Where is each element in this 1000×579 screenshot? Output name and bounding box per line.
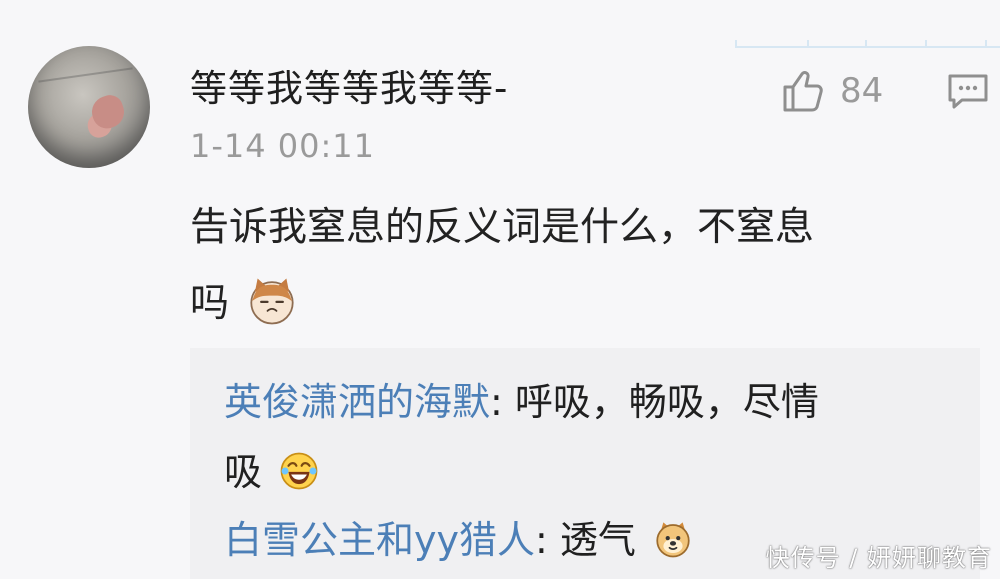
reply-text: 透气	[559, 518, 636, 562]
reply-colon: :	[490, 380, 503, 424]
reply-author[interactable]: 白雪公主和yy猎人	[224, 518, 535, 562]
comment-text-line-1: 告诉我窒息的反义词是什么，不窒息	[190, 205, 815, 250]
avatar-hand	[87, 91, 129, 133]
reply-1-line-1: 英俊潇洒的海默: 呼吸，畅吸，尽情	[224, 367, 944, 437]
reply-item[interactable]: 英俊潇洒的海默: 呼吸，畅吸，尽情 吸	[224, 367, 944, 507]
dog-emoji-icon	[656, 522, 690, 558]
top-decoration	[735, 38, 1000, 48]
comment-username[interactable]: 等等我等等我等等-	[190, 58, 508, 112]
comment-text-line-2-text: 吗	[190, 281, 230, 326]
reply-author[interactable]: 英俊潇洒的海默	[224, 380, 490, 424]
avatar-detail	[38, 67, 133, 83]
like-count: 84	[840, 71, 884, 111]
comment-body: 告诉我窒息的反义词是什么，不窒息 吗	[190, 190, 970, 342]
comment-text-line-2: 吗	[190, 266, 970, 342]
cat-emoji-icon	[250, 278, 295, 325]
thumbs-up-icon[interactable]	[776, 67, 824, 115]
comment-timestamp: 1-14 00:11	[190, 127, 376, 165]
watermark: 快传号 / 妍妍聊教育	[765, 544, 992, 572]
reply-text-line-2: 吸	[224, 450, 263, 494]
like-button[interactable]: 84	[776, 67, 883, 115]
reply-text: 呼吸，畅吸，尽情	[514, 380, 819, 424]
reply-colon: :	[534, 518, 548, 562]
comment-icon[interactable]	[944, 67, 992, 115]
laughing-emoji-icon	[280, 452, 318, 490]
reply-1-line-2: 吸	[224, 437, 944, 507]
avatar[interactable]	[28, 46, 150, 168]
reply-button[interactable]	[944, 67, 992, 119]
